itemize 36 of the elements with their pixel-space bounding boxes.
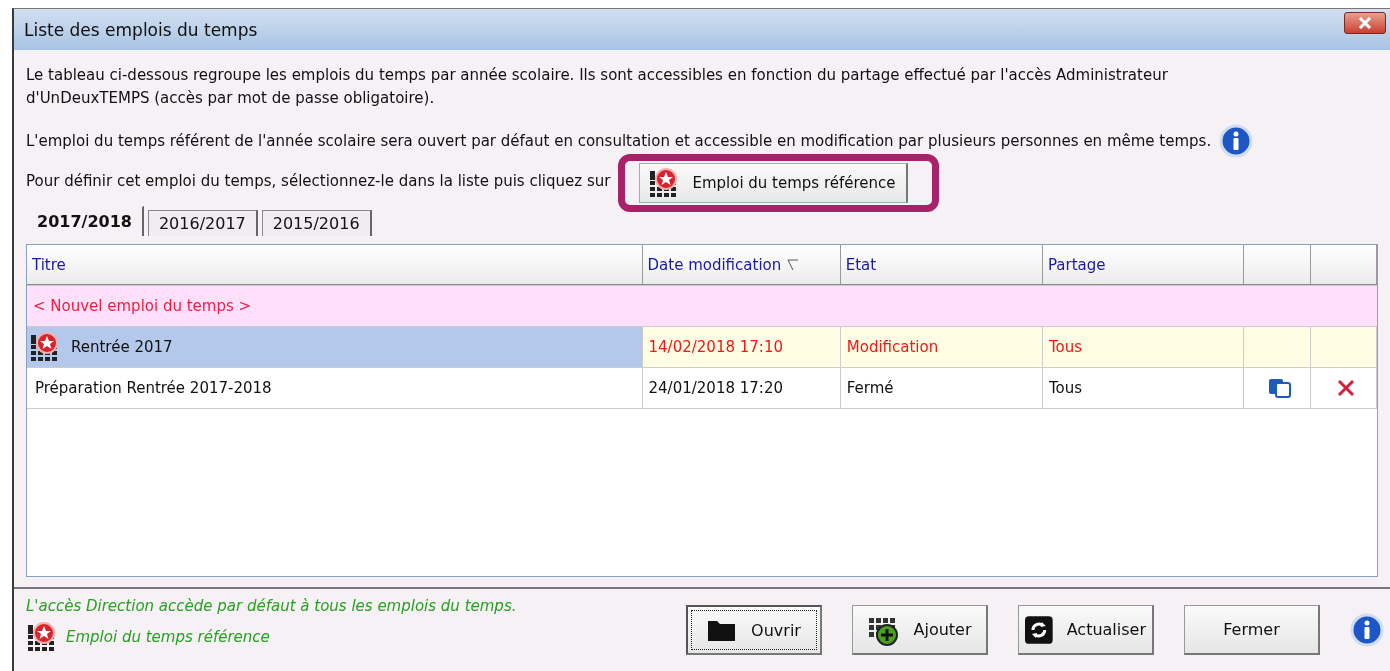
new-row-label: < Nouvel emploi du temps > bbox=[33, 297, 252, 315]
refresh-icon bbox=[1025, 615, 1053, 644]
reference-button[interactable]: Emploi du temps référence bbox=[639, 163, 908, 203]
intro-text: Le tableau ci-dessous regroupe les emplois du temps par année scolaire. Ils sont accessibles en fonction du partage effectué par l'accès Administrateur d'UnDeuxTEMPS (accès par mot de passe obligatoire). bbox=[26, 65, 1169, 109]
dialog-button[interactable]: Ouvrir bbox=[686, 605, 822, 655]
table-cell: Tous bbox=[1042, 327, 1245, 367]
reference-icon bbox=[26, 621, 58, 653]
info-text: L'emploi du temps référent de l'année scolaire sera ouvert par défaut en consultation et accessible en modification par plusieurs personnes en même temps. bbox=[26, 130, 1212, 152]
column-header[interactable]: Titre bbox=[27, 245, 643, 285]
column-header bbox=[1310, 245, 1377, 285]
year-tab[interactable]: 2016/2017 bbox=[147, 210, 258, 236]
close-icon bbox=[1358, 16, 1372, 29]
table-cell: Modification bbox=[840, 327, 1043, 367]
new-row[interactable]: < Nouvel emploi du temps > bbox=[27, 286, 1377, 327]
dialog-button[interactable]: Ajouter bbox=[852, 605, 988, 655]
column-header bbox=[1244, 245, 1311, 285]
folder-icon bbox=[707, 618, 738, 642]
info-icon[interactable] bbox=[1350, 613, 1384, 647]
column-header[interactable]: Etat bbox=[840, 245, 1043, 285]
info-icon[interactable] bbox=[1219, 124, 1254, 158]
copy-icon[interactable] bbox=[1267, 378, 1292, 398]
table-cell: 14/02/2018 17:10 bbox=[642, 327, 841, 367]
delete-icon[interactable] bbox=[1336, 378, 1357, 398]
instruction-text: Pour définir cet emploi du temps, sélectionnez-le dans la liste puis cliquez sur bbox=[26, 170, 611, 192]
close-button[interactable] bbox=[1344, 11, 1386, 34]
column-header[interactable]: Date modification bbox=[642, 245, 841, 285]
dialog-button[interactable]: Fermer bbox=[1184, 605, 1320, 655]
column-header[interactable]: Partage bbox=[1042, 245, 1245, 285]
legend-label: Emploi du temps référence bbox=[66, 628, 270, 646]
reference-icon bbox=[29, 331, 61, 363]
sort-icon bbox=[787, 258, 800, 271]
year-tab[interactable]: 2015/2016 bbox=[261, 210, 372, 236]
footer-note: L'accès Direction accède par défaut à tous les emplois du temps. bbox=[26, 597, 517, 615]
table-cell[interactable]: Rentrée 2017 bbox=[27, 327, 643, 367]
dialog-button[interactable]: Actualiser bbox=[1018, 605, 1154, 655]
window-title: Liste des emplois du temps bbox=[24, 19, 258, 40]
